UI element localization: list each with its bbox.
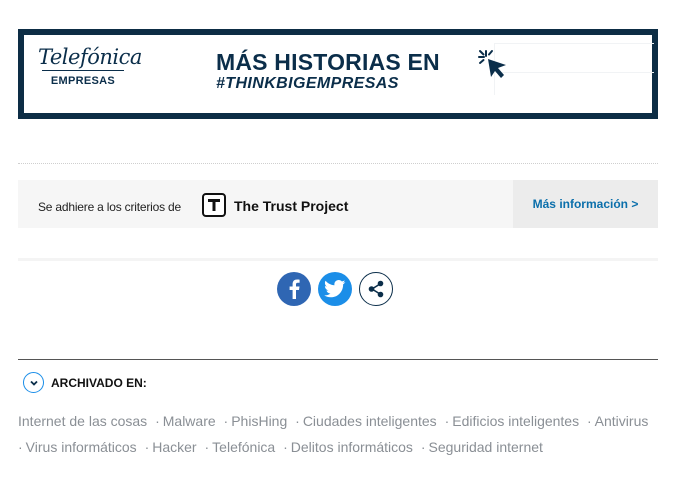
banner-faint-box (494, 43, 654, 73)
archive-tags: Internet de las cosas · Malware · PhisHing… (18, 408, 658, 460)
archive-title: ARCHIVADO EN: (51, 375, 147, 390)
more-info-button[interactable]: Más información > (513, 180, 658, 228)
share-icon (368, 280, 384, 298)
archive-divider (18, 359, 658, 360)
facebook-icon (289, 279, 300, 299)
twitter-icon (324, 280, 346, 298)
chevron-down-icon (29, 380, 38, 386)
tag-link[interactable]: · Antivirus (587, 408, 648, 434)
tag-link[interactable]: · PhisHing (224, 408, 288, 434)
brand-name: Telefónica (38, 45, 142, 69)
trust-criteria-text: Se adhiere a los criterios de (38, 200, 181, 214)
tag-link[interactable]: · Ciudades inteligentes (295, 408, 437, 434)
more-info-link[interactable]: Más información > (533, 197, 639, 211)
promo-banner[interactable]: Telefónica EMPRESAS MÁS HISTORIAS EN #TH… (18, 29, 658, 119)
archive-header: ARCHIVADO EN: (23, 372, 147, 393)
banner-headline: MÁS HISTORIAS EN #THINKBIGEMPRESAS (216, 49, 440, 93)
trust-project-name: The Trust Project (234, 198, 349, 214)
archive-toggle[interactable] (23, 372, 44, 393)
brand-subtitle: EMPRESAS (50, 75, 116, 87)
banner-hashtag: #THINKBIGEMPRESAS (216, 75, 399, 92)
promo-banner-inner: Telefónica EMPRESAS MÁS HISTORIAS EN #TH… (24, 35, 654, 113)
light-divider (18, 258, 658, 261)
banner-faint-line (494, 73, 654, 95)
trust-project-bar: Se adhiere a los criterios de The Trust … (18, 180, 658, 228)
banner-headline-line1: MÁS HISTORIAS EN (216, 49, 440, 75)
tag-link[interactable]: · Telefónica (205, 434, 276, 460)
tag-link[interactable]: · Seguridad internet (421, 434, 543, 460)
tag-link[interactable]: · Virus informáticos (18, 434, 137, 460)
brand-underline (42, 70, 124, 71)
dotted-divider (18, 163, 658, 164)
tag-link[interactable]: · Edificios inteligentes (445, 408, 580, 434)
share-button[interactable] (359, 272, 393, 306)
telefonica-logo: Telefónica EMPRESAS (38, 45, 142, 87)
facebook-share-button[interactable] (277, 272, 311, 306)
tag-link[interactable]: · Hacker (145, 434, 197, 460)
trust-project-logo-icon (202, 193, 226, 217)
twitter-share-button[interactable] (318, 272, 352, 306)
click-cursor-icon (478, 50, 506, 78)
tag-link[interactable]: · Malware (155, 408, 216, 434)
tag-link[interactable]: Internet de las cosas (18, 408, 147, 434)
tag-link[interactable]: · Delitos informáticos (283, 434, 413, 460)
